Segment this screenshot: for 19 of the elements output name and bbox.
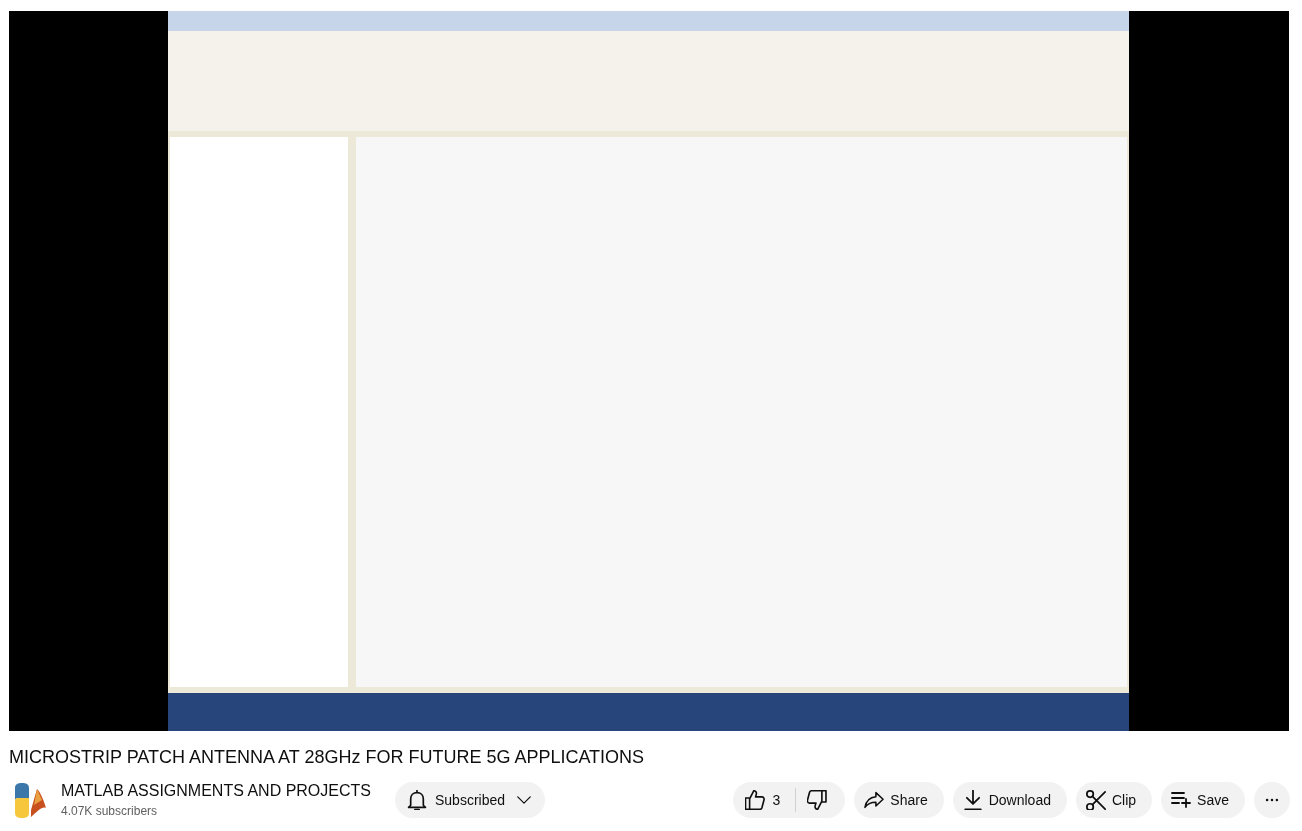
video-frame[interactable]	[9, 11, 1289, 731]
thumbs-down-icon	[807, 790, 828, 810]
clip-button[interactable]: Clip	[1075, 782, 1153, 818]
channel-name[interactable]: MATLAB ASSIGNMENTS AND PROJECTS	[61, 780, 371, 802]
thumbs-up-icon	[744, 790, 765, 810]
download-button[interactable]: Download	[952, 782, 1067, 818]
bell-icon	[407, 790, 427, 810]
dislike-button[interactable]	[795, 782, 846, 818]
save-button[interactable]: Save	[1161, 782, 1245, 818]
video-title: MICROSTRIP PATCH ANTENNA AT 28GHz FOR FUTURE 5G APPLICATIONS	[9, 746, 646, 769]
scissors-icon	[1085, 790, 1106, 810]
share-button[interactable]: Share	[854, 782, 944, 818]
chevron-down-icon	[517, 793, 532, 807]
like-button[interactable]: 3	[732, 782, 796, 818]
subscribed-button[interactable]: Subscribed	[395, 782, 546, 818]
share-arrow-icon	[864, 790, 885, 810]
subscriber-count: 4.07K subscribers	[61, 803, 159, 820]
add-to-list-icon	[1171, 790, 1192, 810]
download-icon	[962, 790, 983, 810]
